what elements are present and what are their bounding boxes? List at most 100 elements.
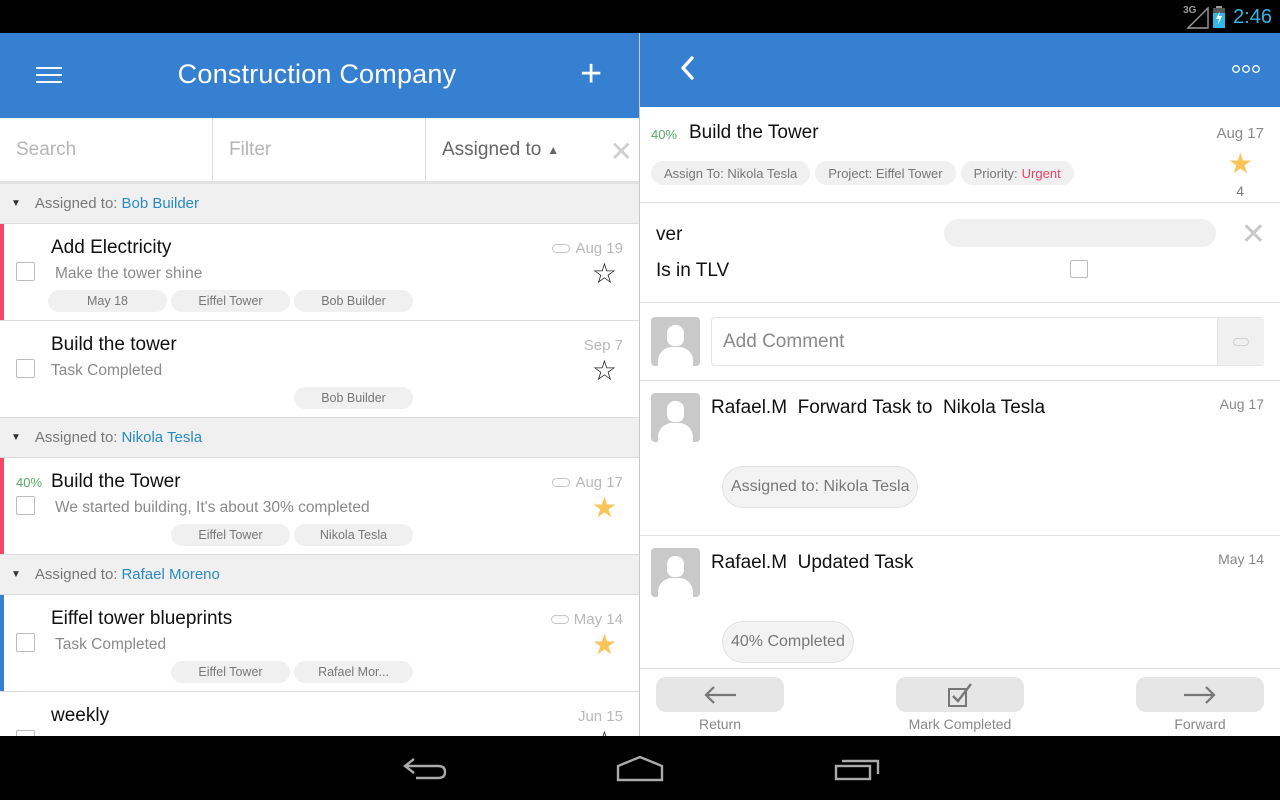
app-title: Construction Company <box>177 59 457 89</box>
task-row[interactable]: weekly Jun 15 ☆ <box>0 692 639 736</box>
priority-value: Urgent <box>1021 165 1061 181</box>
task-tag[interactable]: Bob Builder <box>294 290 413 312</box>
comment-input[interactable]: Add Comment <box>711 317 1264 366</box>
task-progress: 40% <box>651 127 678 142</box>
group-assignee[interactable]: Nikola Tesla <box>121 429 202 446</box>
task-tag <box>48 524 167 546</box>
custom-fields: ver ✕ Is in TLV <box>640 203 1280 303</box>
home-nav-icon[interactable] <box>616 756 664 782</box>
priority-accent-bar <box>0 224 4 320</box>
collapse-triangle-icon[interactable]: ▼ <box>11 432 21 443</box>
task-chips: Assign To: Nikola Tesla Project: Eiffel … <box>651 161 1074 185</box>
attach-button[interactable] <box>1217 318 1264 365</box>
filter-bar: Search Filter Assigned to ▲ ✕ <box>0 118 639 184</box>
task-checkbox[interactable] <box>16 359 35 378</box>
paperclip-icon <box>552 244 571 253</box>
task-tags: May 18 Eiffel Tower Bob Builder <box>48 290 413 312</box>
assign-to-chip[interactable]: Assign To: Nikola Tesla <box>651 161 811 185</box>
task-tag[interactable]: Bob Builder <box>294 387 413 409</box>
status-bar: 3G 2:46 <box>0 0 1280 33</box>
task-subtitle: We started building, It's about 30% comp… <box>55 499 370 516</box>
task-tag[interactable]: Eiffel Tower <box>171 290 290 312</box>
group-assignee[interactable]: Bob Builder <box>121 195 199 212</box>
return-button[interactable]: Return <box>656 677 784 732</box>
sort-ascending-icon: ▲ <box>547 142 560 157</box>
star-icon[interactable]: ★ <box>592 494 617 522</box>
task-checkbox[interactable] <box>16 633 35 652</box>
star-icon[interactable]: ★ <box>592 631 617 659</box>
task-date: Aug 17 <box>1216 125 1264 142</box>
paperclip-icon <box>1233 337 1249 346</box>
chevron-left-icon[interactable] <box>676 53 700 83</box>
task-tag[interactable]: Nikola Tesla <box>294 524 413 546</box>
task-tag[interactable]: May 18 <box>48 290 167 312</box>
task-row[interactable]: Build the tower Task Completed Sep 7 ☆ Bob B… <box>0 321 639 418</box>
task-checkbox[interactable] <box>16 262 35 281</box>
task-tag <box>171 387 290 409</box>
task-row[interactable]: Add Electricity Make the tower shine Aug 1… <box>0 224 639 321</box>
sort-dropdown[interactable]: Assigned to ▲ ✕ <box>426 118 639 181</box>
star-icon[interactable]: ☆ <box>592 357 617 385</box>
group-label: Assigned to: <box>34 195 118 212</box>
group-label: Assigned to: <box>34 566 118 583</box>
star-icon[interactable]: ☆ <box>592 260 617 288</box>
task-subtitle: Make the tower shine <box>55 265 203 282</box>
task-date: May 14 <box>573 611 623 628</box>
system-nav-bar <box>0 736 1280 800</box>
group-label: Assigned to: <box>34 429 118 446</box>
filter-input[interactable]: Filter <box>213 118 426 181</box>
back-nav-icon[interactable] <box>402 756 448 782</box>
task-row[interactable]: 40% Build the Tower We started building, I… <box>0 458 639 555</box>
task-row[interactable]: Eiffel tower blueprints Task Completed May… <box>0 595 639 692</box>
activity-text: Rafael.M Forward Task to Nikola Tesla <box>711 397 1045 419</box>
project-chip[interactable]: Project: Eiffel Tower <box>815 161 956 185</box>
star-icon[interactable]: ★ <box>1228 147 1253 180</box>
task-date: Sep 7 <box>583 337 623 354</box>
sort-label: Assigned to <box>442 138 542 160</box>
field-tlv-checkbox[interactable] <box>1070 260 1088 278</box>
field-ver-input[interactable] <box>944 219 1216 247</box>
task-date-wrap: May 14 <box>550 611 623 628</box>
priority-chip[interactable]: Priority: Urgent <box>960 161 1074 185</box>
activity-action: Forward Task to Nikola Tesla <box>797 397 1046 418</box>
signal-icon: 3G <box>1183 5 1209 29</box>
task-title: Build the tower <box>51 334 177 355</box>
task-progress: 40% <box>16 475 43 490</box>
forward-button[interactable]: Forward <box>1136 677 1264 732</box>
mark-completed-button[interactable]: Mark Completed <box>896 677 1024 732</box>
clock: 2:46 <box>1233 5 1272 28</box>
task-checkbox[interactable] <box>16 496 35 515</box>
task-tag[interactable]: Rafael Mor... <box>294 661 413 683</box>
recent-apps-nav-icon[interactable] <box>834 756 880 782</box>
task-title: Build the Tower <box>689 122 819 143</box>
group-assignee[interactable]: Rafael Moreno <box>121 566 219 583</box>
search-input[interactable]: Search <box>0 118 213 181</box>
task-tag <box>48 661 167 683</box>
clear-filter-icon[interactable]: ✕ <box>610 135 633 168</box>
task-date-wrap: Jun 15 <box>578 708 623 725</box>
task-tags: Bob Builder <box>48 387 413 409</box>
task-tag <box>48 387 167 409</box>
overflow-dots-icon[interactable] <box>1232 63 1260 77</box>
close-icon[interactable]: ✕ <box>1241 217 1266 252</box>
field-ver-label: ver <box>656 224 683 245</box>
task-tag[interactable]: Eiffel Tower <box>171 524 290 546</box>
task-title: weekly <box>51 705 110 726</box>
task-list-panel: Construction Company + Search Filter Ass… <box>0 33 639 736</box>
star-icon[interactable]: ☆ <box>592 728 617 737</box>
task-tag[interactable]: Eiffel Tower <box>171 661 290 683</box>
task-subtitle: Task Completed <box>51 362 163 379</box>
activity-action: Updated Task <box>797 552 914 573</box>
collapse-triangle-icon[interactable]: ▼ <box>11 198 21 209</box>
activity-bubble: 40% Completed <box>722 621 854 663</box>
add-task-button[interactable]: + <box>580 55 602 93</box>
activity-date: May 14 <box>1218 551 1264 567</box>
group-header[interactable]: ▼ Assigned to: Bob Builder <box>0 184 639 224</box>
activity-user: Rafael.M <box>711 397 788 418</box>
group-header[interactable]: ▼ Assigned to: Nikola Tesla <box>0 418 639 458</box>
group-header[interactable]: ▼ Assigned to: Rafael Moreno <box>0 555 639 595</box>
plus-icon: + <box>580 53 603 95</box>
activity-bubble: Assigned to: Nikola Tesla <box>722 466 919 508</box>
collapse-triangle-icon[interactable]: ▼ <box>11 569 21 580</box>
task-date: Aug 17 <box>575 474 623 491</box>
